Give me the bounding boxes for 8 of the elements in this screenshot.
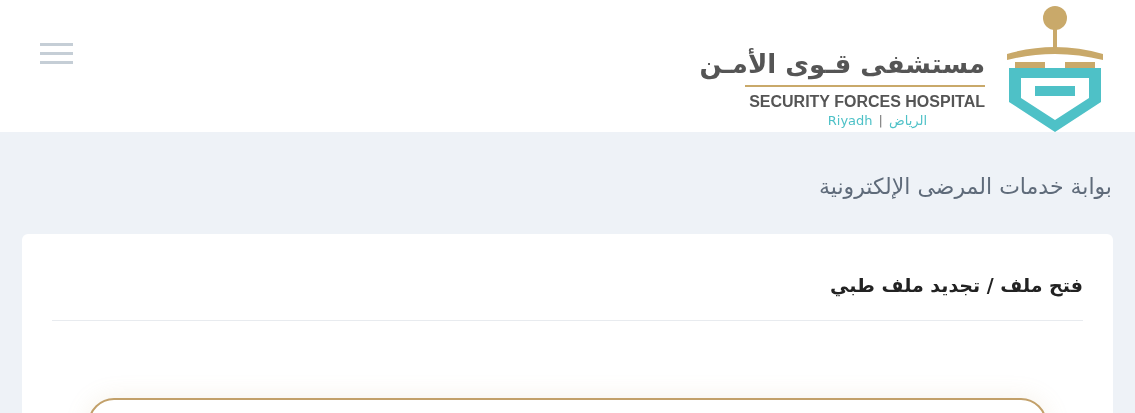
city-arabic: الرياض xyxy=(888,112,927,131)
hospital-name-arabic: مستشفى قـوى الأمـن xyxy=(699,49,985,79)
city-english: Riyadh xyxy=(827,112,873,130)
menu-icon[interactable] xyxy=(40,43,73,64)
separator-text: | xyxy=(878,112,883,130)
page-title: بوابة خدمات المرضى الإلكترونية xyxy=(819,173,1112,201)
card-title: فتح ملف / تجديد ملف طبي xyxy=(830,273,1083,299)
hospital-name-english: SECURITY FORCES HOSPITAL xyxy=(749,93,985,111)
